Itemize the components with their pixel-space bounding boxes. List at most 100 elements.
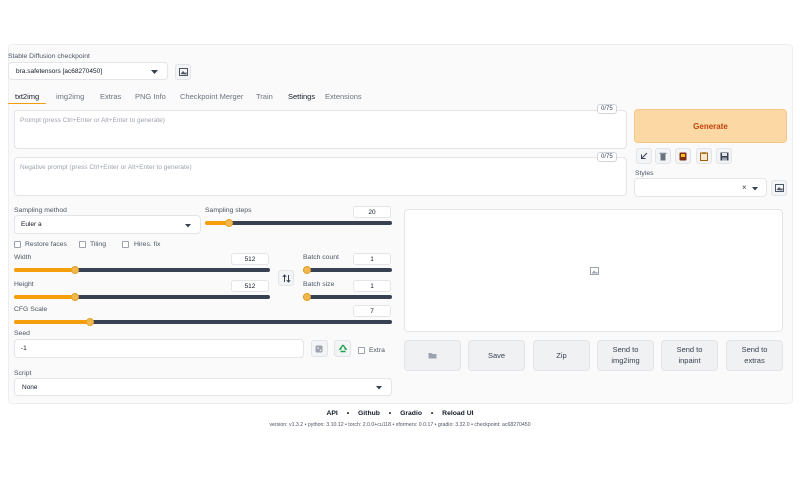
styles-label: Styles (635, 170, 654, 177)
seed-input[interactable]: -1 (14, 339, 304, 358)
slider-fill (14, 295, 75, 299)
dice-icon (315, 345, 323, 353)
read-params-button[interactable] (636, 148, 652, 164)
height-slider[interactable] (14, 293, 270, 301)
footer-separator: • (388, 410, 392, 417)
slider-track (229, 221, 392, 225)
footer-link-reload-ui[interactable]: Reload UI (442, 410, 473, 417)
image-refresh-icon (774, 184, 784, 192)
apply-styles-button[interactable] (696, 148, 712, 164)
styles-dropdown[interactable]: × (634, 178, 767, 197)
reuse-seed-button[interactable] (334, 340, 351, 357)
footer-separator: • (430, 410, 434, 417)
slider-handle[interactable] (225, 219, 233, 227)
swap-dimensions-button[interactable] (278, 270, 294, 286)
hires-fix-checkbox[interactable] (122, 241, 129, 248)
random-seed-button[interactable] (311, 340, 328, 357)
version-info: version: v1.3.2 • python: 3.10.12 • torc… (269, 422, 531, 428)
batch-size-slider[interactable] (303, 293, 392, 301)
chevron-down-icon (376, 386, 382, 390)
checkpoint-value: bra.safetensors [ac68270450] (16, 68, 103, 75)
sampling-steps-label: Sampling steps (205, 207, 252, 214)
save-button[interactable]: Save (468, 340, 525, 371)
output-gallery (404, 209, 783, 332)
clear-prompt-button[interactable] (655, 148, 671, 164)
send-to-img2img-button[interactable]: Send to img2img (597, 340, 654, 371)
refresh-styles-button[interactable] (771, 180, 787, 196)
batch-size-input[interactable]: 1 (353, 280, 391, 292)
extra-networks-button[interactable] (675, 148, 691, 164)
slider-track (303, 268, 392, 272)
trash-icon (659, 152, 667, 160)
footer-link-gradio[interactable]: Gradio (400, 410, 422, 417)
seed-extra-checkbox[interactable] (358, 347, 365, 354)
sampling-method-label: Sampling method (14, 207, 67, 214)
prompt-token-counter: 0/75 (597, 104, 617, 114)
footer-links: API • Github • Gradio • Reload UI (0, 410, 800, 417)
batch-count-slider[interactable] (303, 266, 392, 274)
active-tab-indicator (8, 103, 46, 104)
width-label: Width (14, 254, 32, 261)
refresh-checkpoint-button[interactable] (175, 64, 191, 80)
seed-label: Seed (14, 330, 30, 337)
footer-link-api[interactable]: API (326, 410, 337, 417)
tiling-checkbox[interactable] (79, 241, 86, 248)
script-label: Script (14, 370, 32, 377)
script-dropdown[interactable]: None (14, 378, 392, 396)
chevron-down-icon (151, 70, 158, 74)
send-to-inpaint-button[interactable]: Send to inpaint (661, 340, 718, 371)
send-to-extras-button[interactable]: Send to extras (726, 340, 783, 371)
tab-train[interactable]: Train (256, 92, 273, 101)
open-folder-button[interactable] (404, 340, 461, 371)
card-icon (679, 152, 687, 160)
footer-link-github[interactable]: Github (358, 410, 380, 417)
negative-prompt-input[interactable]: Negative prompt (press Ctrl+Enter or Alt… (14, 157, 627, 196)
tiling-label: Tiling (90, 241, 106, 248)
tab-extras[interactable]: Extras (100, 92, 121, 101)
batch-count-label: Batch count (303, 254, 339, 261)
width-input[interactable]: 512 (231, 253, 269, 265)
tab-checkpoint-merger[interactable]: Checkpoint Merger (180, 92, 243, 101)
cfg-scale-slider[interactable] (14, 318, 392, 326)
sampling-method-dropdown[interactable]: Euler a (14, 215, 201, 234)
folder-icon (428, 353, 437, 359)
checkpoint-dropdown[interactable]: bra.safetensors [ac68270450] (8, 62, 168, 80)
restore-faces-checkbox[interactable] (14, 241, 21, 248)
save-style-button[interactable] (716, 148, 732, 164)
sampling-method-value: Euler a (21, 221, 42, 228)
image-placeholder-icon (590, 267, 599, 275)
batch-count-input[interactable]: 1 (353, 253, 391, 265)
zip-button[interactable]: Zip (533, 340, 590, 371)
chevron-down-icon (752, 187, 758, 191)
seed-value: -1 (21, 345, 27, 352)
slider-track (75, 295, 270, 299)
slider-handle[interactable] (86, 318, 94, 326)
slider-track (303, 295, 392, 299)
chevron-down-icon (185, 224, 191, 228)
tab-settings[interactable]: Settings (288, 92, 315, 101)
tab-img2img[interactable]: img2img (56, 92, 84, 101)
width-slider[interactable] (14, 266, 270, 274)
clear-icon[interactable]: × (742, 183, 747, 192)
cfg-scale-label: CFG Scale (14, 306, 48, 313)
cfg-scale-input[interactable]: 7 (353, 305, 391, 317)
slider-fill (14, 268, 75, 272)
hires-fix-label: Hires. fix (134, 241, 161, 248)
footer-separator: • (346, 410, 350, 417)
sampling-steps-input[interactable]: 20 (353, 206, 391, 218)
tab-png-info[interactable]: PNG Info (135, 92, 166, 101)
negative-prompt-placeholder: Negative prompt (press Ctrl+Enter or Alt… (20, 164, 192, 171)
sampling-steps-slider[interactable] (205, 219, 392, 227)
restore-faces-label: Restore faces (25, 241, 67, 248)
arrow-down-left-icon (641, 152, 648, 159)
recycle-icon (338, 344, 347, 352)
height-input[interactable]: 512 (231, 280, 269, 292)
prompt-input[interactable]: Prompt (press Ctrl+Enter or Alt+Enter to… (14, 110, 627, 149)
tab-txt2img[interactable]: txt2img (15, 92, 39, 101)
slider-handle[interactable] (71, 266, 79, 274)
tab-extensions[interactable]: Extensions (325, 92, 362, 101)
slider-handle[interactable] (303, 293, 311, 301)
slider-handle[interactable] (303, 266, 311, 274)
slider-handle[interactable] (71, 293, 79, 301)
generate-button[interactable]: Generate (634, 109, 787, 143)
